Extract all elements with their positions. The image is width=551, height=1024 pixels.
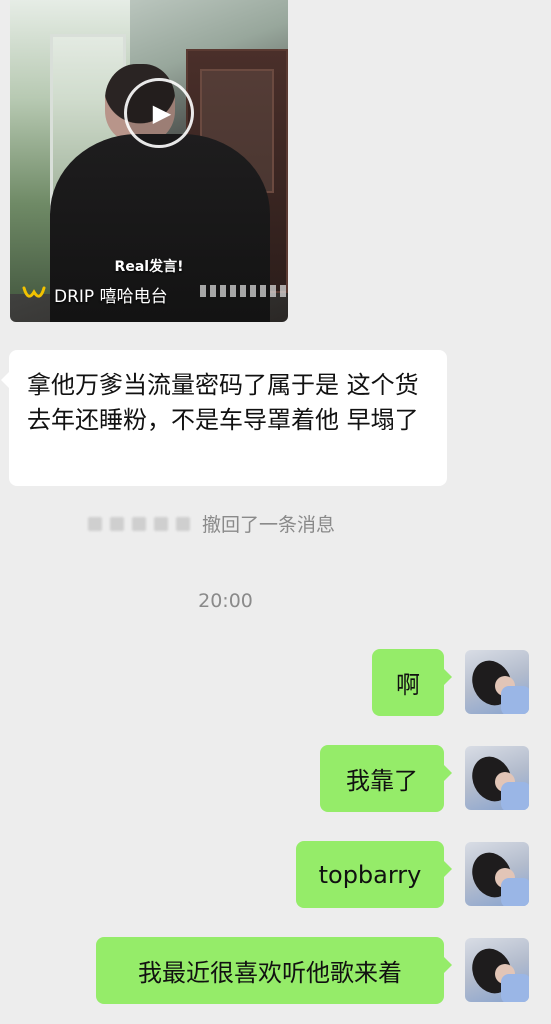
outgoing-message[interactable]: 我靠了 [320, 745, 452, 812]
outgoing-message-text: 啊 [396, 671, 420, 699]
video-footer-label: DRIP 嘻哈电台 [54, 287, 168, 307]
incoming-message[interactable]: 拿他万爹当流量密码了属于是 这个货去年还睡粉，不是车导罩着他 早塌了 [1, 350, 447, 486]
recall-notice: 撤回了一条消息 [88, 510, 335, 537]
play-button[interactable]: ▶ [124, 78, 194, 148]
outgoing-message-text: topbarry [318, 860, 422, 889]
outgoing-message[interactable]: 我最近很喜欢听他歌来着 [96, 937, 452, 1004]
avatar[interactable] [465, 842, 529, 906]
blurred-sender-name [88, 516, 190, 531]
outgoing-message[interactable]: 啊 [372, 649, 452, 716]
video-message[interactable]: ▶ Real发言! DRIP 嘻哈电台 [10, 0, 288, 322]
play-icon: ▶ [152, 99, 172, 127]
outgoing-message[interactable]: topbarry [296, 841, 452, 908]
avatar[interactable] [465, 650, 529, 714]
video-decoration [200, 285, 288, 297]
avatar[interactable] [465, 746, 529, 810]
avatar[interactable] [465, 938, 529, 1002]
video-caption: Real发言! [114, 259, 184, 275]
incoming-message-text: 拿他万爹当流量密码了属于是 这个货去年还睡粉，不是车导罩着他 早塌了 [27, 371, 419, 434]
chat-screen: ▶ Real发言! DRIP 嘻哈电台 拿他万爹当流量密码了属于是 这个货去年还… [0, 0, 551, 1024]
drip-logo-icon [22, 286, 46, 298]
video-footer: DRIP 嘻哈电台 [22, 282, 168, 307]
outgoing-message-text: 我靠了 [346, 767, 418, 795]
recall-text: 撤回了一条消息 [202, 514, 336, 536]
outgoing-message-text: 我最近很喜欢听他歌来着 [138, 959, 402, 987]
timestamp: 20:00 [198, 590, 253, 612]
